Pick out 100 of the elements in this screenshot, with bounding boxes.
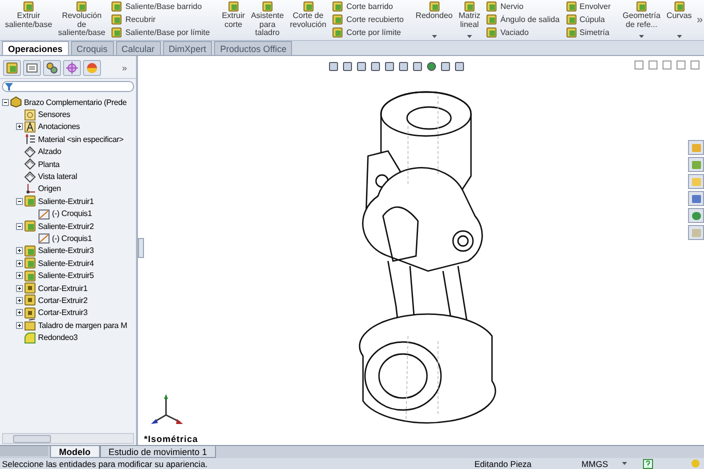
feature-manager-tab[interactable] xyxy=(3,60,21,76)
feature-icon xyxy=(302,1,314,12)
extrude-icon xyxy=(24,195,36,208)
extrude-icon xyxy=(24,270,36,282)
collapse-icon[interactable] xyxy=(2,98,9,106)
ribbon-button[interactable]: Matriz lineal xyxy=(456,0,484,40)
expand-icon[interactable] xyxy=(16,296,23,304)
command-tab[interactable]: Calcular xyxy=(116,41,161,55)
ribbon-button[interactable]: Envolver xyxy=(566,0,611,13)
ribbon-button[interactable]: Corte por límite xyxy=(332,26,404,39)
feature-icon xyxy=(674,1,685,12)
ribbon-button[interactable]: Asistente para taladro xyxy=(248,0,287,40)
caret-icon xyxy=(622,462,627,465)
ribbon-button[interactable]: Saliente/Base por límite xyxy=(111,26,210,39)
caret-icon xyxy=(432,35,437,38)
ribbon-button[interactable]: Redondeo xyxy=(412,0,456,40)
cut-icon xyxy=(24,282,36,294)
task-pane-tab[interactable] xyxy=(688,191,704,206)
ribbon-button[interactable]: Cúpula xyxy=(566,13,611,26)
tree-item[interactable]: Origen xyxy=(38,184,61,194)
sphere-icon xyxy=(86,62,98,74)
caret-icon xyxy=(466,35,472,38)
feature-icon xyxy=(111,14,122,25)
collapse-icon[interactable] xyxy=(16,222,23,230)
tree-item[interactable]: Cortar-Extruir3 xyxy=(38,308,88,318)
origin-icon xyxy=(24,182,36,195)
feature-icon xyxy=(486,14,498,25)
tree-item[interactable]: Anotaciones xyxy=(38,122,80,132)
expand-icon[interactable] xyxy=(16,123,23,130)
tree-item[interactable]: Cortar-Extruir1 xyxy=(38,284,88,293)
tree-item[interactable]: Material <sin especificar> xyxy=(38,134,124,144)
tree-item[interactable]: Sensores xyxy=(38,110,70,120)
feature-icon xyxy=(111,1,122,12)
ribbon-button[interactable]: Corte recubierto xyxy=(332,13,404,26)
tree-item[interactable]: Cortar-Extruir2 xyxy=(38,296,88,305)
ribbon-button[interactable]: Extruir saliente/base xyxy=(2,0,56,40)
tree-item[interactable]: Saliente-Extruir3 xyxy=(38,246,94,256)
tree-item[interactable]: Planta xyxy=(38,160,60,169)
more-button[interactable]: » xyxy=(120,63,129,73)
tree-item[interactable]: Brazo Complementario (Prede xyxy=(24,98,127,107)
tree-item[interactable]: (-) Croquis1 xyxy=(52,209,92,218)
filter-icon xyxy=(5,82,13,90)
feature-icon xyxy=(262,1,273,12)
ribbon-button[interactable]: Nervio xyxy=(486,0,560,13)
units-selector[interactable]: MMGS xyxy=(582,458,608,468)
appearance-tab[interactable] xyxy=(83,60,101,76)
fillet-icon xyxy=(24,332,36,344)
horizontal-scrollbar[interactable] xyxy=(2,433,134,444)
cut-icon xyxy=(24,306,36,319)
expand-icon[interactable] xyxy=(16,260,23,267)
filter-field[interactable] xyxy=(2,81,134,92)
help-icon[interactable] xyxy=(643,458,653,468)
feature-icon xyxy=(23,1,34,12)
expand-icon[interactable] xyxy=(16,272,23,280)
command-tab[interactable]: Croquis xyxy=(70,41,114,55)
ribbon-button[interactable]: Extruir corte xyxy=(218,0,248,40)
ribbon-button[interactable]: Revolución de saliente/base xyxy=(55,0,108,40)
property-manager-tab[interactable] xyxy=(23,60,41,76)
annotation-icon xyxy=(24,120,36,133)
task-pane-tab[interactable] xyxy=(688,208,704,223)
model-tab[interactable]: Modelo xyxy=(50,446,100,458)
expand-icon[interactable] xyxy=(16,247,23,254)
feature-icon xyxy=(566,27,577,38)
command-tab[interactable]: Productos Office xyxy=(214,41,292,55)
splitter-handle[interactable] xyxy=(138,238,144,258)
feature-icon xyxy=(486,1,498,12)
dimxpert-tab[interactable] xyxy=(63,60,81,76)
expand-icon[interactable] xyxy=(16,284,23,292)
feature-icon xyxy=(464,1,475,12)
tree-item[interactable]: Vista lateral xyxy=(38,172,78,182)
extrude-icon xyxy=(24,257,36,270)
ribbon-button[interactable]: Geometría de refe... xyxy=(620,0,664,40)
ribbon-button[interactable]: Simetría xyxy=(566,26,611,39)
tree-item[interactable]: Saliente-Extruir4 xyxy=(38,258,94,268)
tree-item[interactable]: Saliente-Extruir1 xyxy=(38,196,94,206)
view-name: *Isométrica xyxy=(144,434,198,444)
more-button[interactable]: » xyxy=(694,14,704,26)
tree-item[interactable]: Taladro de margen para M xyxy=(38,320,128,330)
tree-item[interactable]: Saliente-Extruir2 xyxy=(38,222,94,231)
expand-icon[interactable] xyxy=(16,322,23,329)
feature-icon xyxy=(76,1,88,12)
tree-item[interactable]: Redondeo3 xyxy=(38,333,78,342)
ribbon-button[interactable]: Saliente/Base barrido xyxy=(111,0,210,13)
command-tab[interactable]: DimXpert xyxy=(162,41,212,55)
feature-icon xyxy=(332,27,344,38)
expand-icon[interactable] xyxy=(16,309,23,316)
tree-item[interactable]: (-) Croquis1 xyxy=(52,234,92,243)
ribbon-button[interactable]: Ángulo de salida xyxy=(486,13,560,26)
command-tab[interactable]: Operaciones xyxy=(2,41,69,55)
ribbon-button[interactable]: Corte de revolución xyxy=(286,0,330,40)
configuration-tab[interactable] xyxy=(43,60,61,76)
tree-item[interactable]: Alzado xyxy=(38,147,62,156)
ribbon-button[interactable]: Vaciado xyxy=(486,26,560,39)
tree-item[interactable]: Saliente-Extruir5 xyxy=(38,271,94,280)
model-tab[interactable]: Estudio de movimiento 1 xyxy=(100,446,216,458)
ribbon-button[interactable]: Corte barrido xyxy=(332,0,404,13)
ribbon-button[interactable]: Recubrir xyxy=(111,13,210,26)
collapse-icon[interactable] xyxy=(16,198,23,205)
ribbon-button[interactable]: Curvas xyxy=(663,0,695,40)
plane-icon xyxy=(24,158,36,170)
